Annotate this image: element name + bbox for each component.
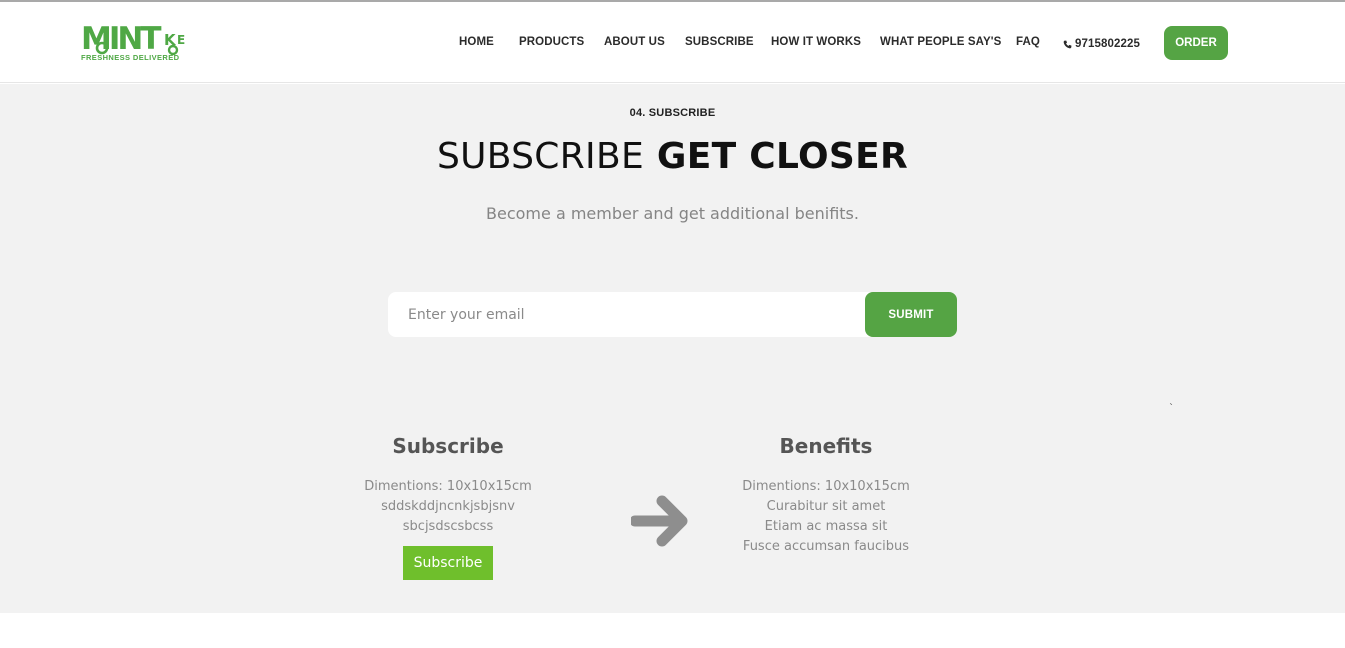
subscribe-section: 04. SUBSCRIBE SUBSCRIBE GET CLOSER Becom… xyxy=(0,84,1345,613)
phone-icon xyxy=(1063,40,1072,48)
arrow-right-icon xyxy=(631,495,688,547)
order-button[interactable]: ORDER xyxy=(1164,26,1228,60)
section-headline: SUBSCRIBE GET CLOSER xyxy=(0,136,1345,177)
benefits-line: Dimentions: 10x10x15cm xyxy=(742,479,910,494)
benefits-line: Curabitur sit amet xyxy=(766,499,886,514)
nav-item-products[interactable]: PRODUCTS xyxy=(519,36,584,52)
nav-item-about-us[interactable]: ABOUT US xyxy=(604,36,665,52)
nav-item-faq[interactable]: FAQ xyxy=(1016,36,1040,52)
subscribe-line: sddskddjncnkjsbjsnv xyxy=(381,499,515,514)
site-header: MINT K E FRESHNESS DELIVERED HOME PRODUC… xyxy=(0,2,1345,83)
nav-item-how-it-works[interactable]: HOW IT WORKS xyxy=(771,36,861,52)
benefits-line: Fusce accumsan faucibus xyxy=(742,539,910,554)
section-eyebrow: 04. SUBSCRIBE xyxy=(629,107,716,119)
nav-phone-link[interactable]: 9715802225 xyxy=(1063,36,1140,52)
nav-item-home[interactable]: HOME xyxy=(459,36,494,52)
nav-item-testimonials[interactable]: WHAT PEOPLE SAY'S xyxy=(880,36,1001,52)
main-nav: HOME PRODUCTS ABOUT US SUBSCRIBE HOW IT … xyxy=(0,26,1345,61)
phone-number: 9715802225 xyxy=(1075,38,1140,50)
subscribe-line: sbcjsdscsbcss xyxy=(402,519,494,534)
section-lead: Become a member and get additional benif… xyxy=(486,204,859,223)
benefits-column: Benefits Dimentions: 10x10x15cm Curabitu… xyxy=(696,433,956,557)
email-input[interactable] xyxy=(388,292,878,337)
submit-button[interactable]: SUBMIT xyxy=(865,292,957,337)
subscribe-button[interactable]: Subscribe xyxy=(403,546,493,580)
email-subscribe-form: SUBMIT xyxy=(388,292,957,337)
nav-item-subscribe[interactable]: SUBSCRIBE xyxy=(685,36,754,52)
subscribe-title: Subscribe xyxy=(392,434,504,458)
subscribe-column: Subscribe Dimentions: 10x10x15cm sddskdd… xyxy=(318,433,578,580)
benefits-title: Benefits xyxy=(779,434,873,458)
stray-mark: ` xyxy=(1169,403,1174,414)
headline-light: SUBSCRIBE xyxy=(436,136,645,177)
subscribe-line: Dimentions: 10x10x15cm xyxy=(364,479,532,494)
benefits-line: Etiam ac massa sit xyxy=(764,519,888,534)
headline-bold: GET CLOSER xyxy=(656,136,909,177)
